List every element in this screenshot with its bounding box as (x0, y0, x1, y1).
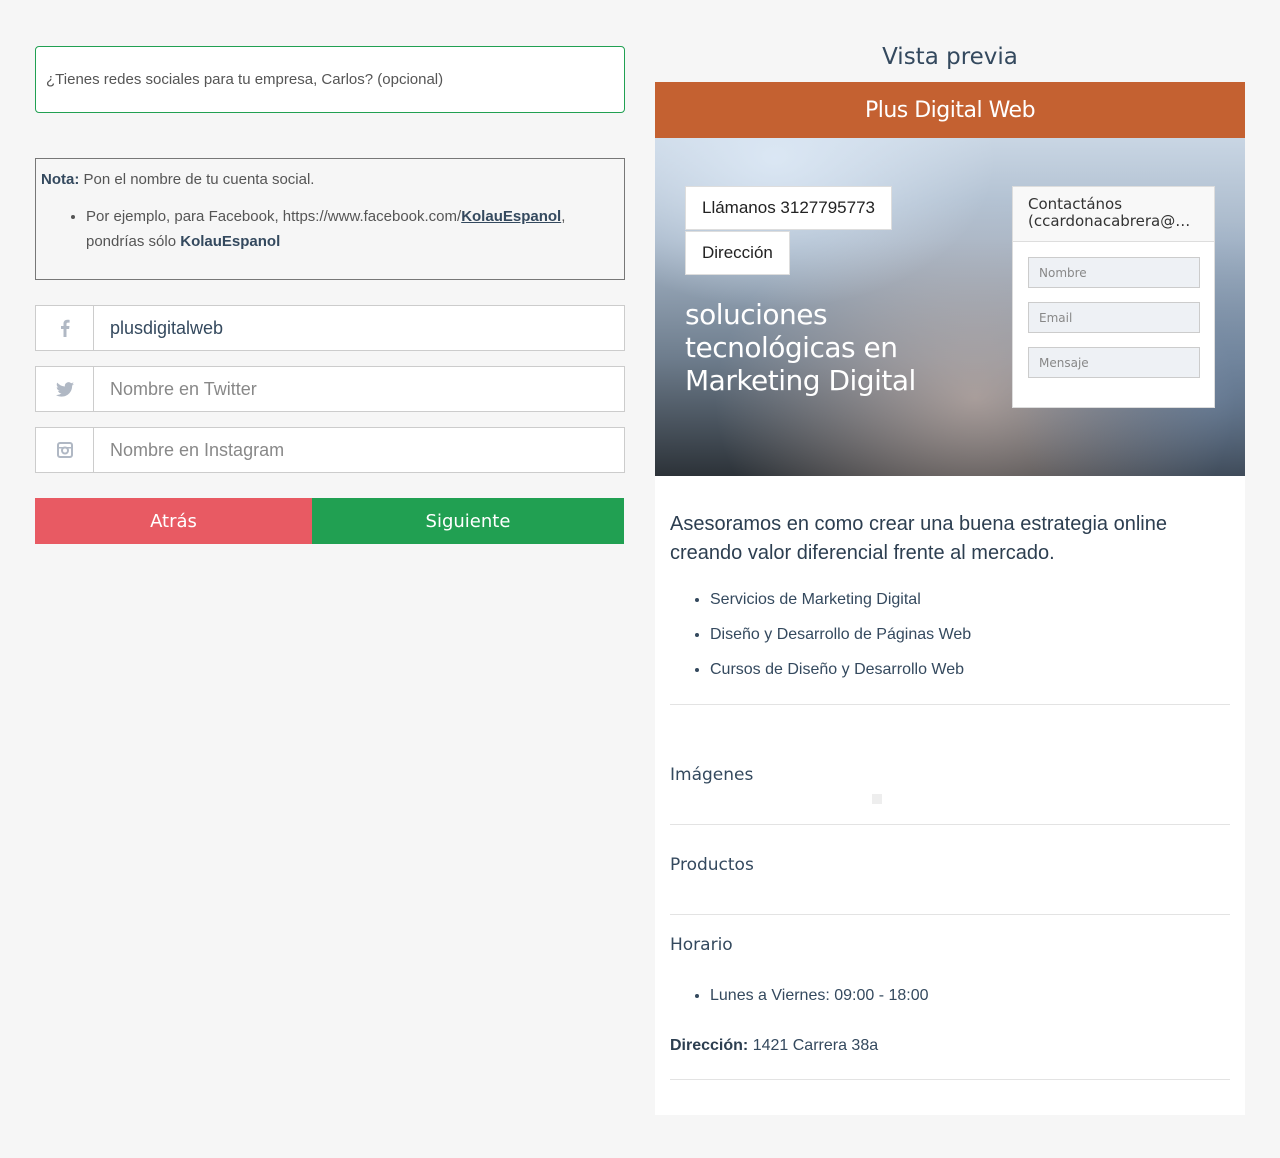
hero-banner: Llámanos 3127795773 Dirección soluciones… (655, 138, 1245, 476)
form-nav-buttons: Atrás Siguiente (35, 498, 624, 544)
products-title: Productos (670, 855, 754, 875)
divider (670, 824, 1230, 825)
images-title: Imágenes (670, 765, 754, 785)
note-example: Por ejemplo, para Facebook, https://www.… (86, 204, 619, 254)
divider (670, 704, 1230, 705)
note-example-comma: , (561, 208, 566, 225)
hours-list: Lunes a Viernes: 09:00 - 18:00 (710, 987, 929, 1005)
note-box: Nota: Pon el nombre de tu cuenta social.… (35, 158, 625, 280)
note-example-prefix: Por ejemplo, para Facebook, https://www.… (86, 208, 462, 225)
address-value: 1421 Carrera 38a (752, 1037, 879, 1054)
hero-slogan: soluciones tecnológicas en Marketing Dig… (685, 298, 916, 397)
twitter-row (35, 366, 625, 412)
services-list: Servicios de Marketing Digital Diseño y … (710, 585, 971, 690)
instagram-icon (35, 427, 93, 473)
address-line: Dirección: 1421 Carrera 38a (670, 1037, 878, 1055)
instagram-input[interactable] (93, 427, 625, 473)
note-example-list: Por ejemplo, para Facebook, https://www.… (41, 204, 619, 254)
phone-chip[interactable]: Llámanos 3127795773 (685, 186, 892, 230)
social-question-box: ¿Tienes redes sociales para tu empresa, … (35, 46, 625, 113)
next-button[interactable]: Siguiente (312, 498, 624, 544)
note-example-bold: KolauEspanol (180, 233, 281, 250)
address-label: Dirección: (670, 1037, 749, 1054)
preview-title: Vista previa (882, 44, 1018, 70)
facebook-input[interactable] (93, 305, 625, 351)
contact-email-input[interactable] (1028, 302, 1200, 333)
facebook-icon (35, 305, 93, 351)
note-example-middle: pondrías sólo (86, 233, 177, 250)
list-item: Lunes a Viernes: 09:00 - 18:00 (710, 987, 929, 1005)
intro-text: Asesoramos en como crear una buena estra… (670, 513, 1167, 564)
list-item: Diseño y Desarrollo de Páginas Web (710, 620, 971, 655)
brand-bar: Plus Digital Web (655, 82, 1245, 138)
back-button[interactable]: Atrás (35, 498, 312, 544)
contact-name-input[interactable] (1028, 257, 1200, 288)
facebook-row (35, 305, 625, 351)
note-text: Pon el nombre de tu cuenta social. (83, 171, 315, 188)
image-placeholder (872, 794, 882, 804)
contact-heading-email: (ccardonacabrera@g... (1028, 213, 1199, 230)
note-line: Nota: Pon el nombre de tu cuenta social. (41, 167, 619, 192)
hours-title: Horario (670, 935, 733, 955)
twitter-input[interactable] (93, 366, 625, 412)
divider (670, 914, 1230, 915)
instagram-row (35, 427, 625, 473)
contact-heading-title: Contactános (1028, 196, 1123, 213)
social-question-text: ¿Tienes redes sociales para tu empresa, … (46, 71, 444, 88)
list-item: Cursos de Diseño y Desarrollo Web (710, 655, 971, 690)
contact-message-input[interactable] (1028, 347, 1200, 378)
address-chip[interactable]: Dirección (685, 231, 790, 275)
contact-form: Contactános (ccardonacabrera@g... (1012, 186, 1215, 408)
list-item: Servicios de Marketing Digital (710, 585, 971, 620)
example-link[interactable]: KolauEspanol (461, 208, 561, 225)
divider (670, 1079, 1230, 1080)
site-preview: Plus Digital Web Llámanos 3127795773 Dir… (655, 82, 1245, 1115)
contact-heading: Contactános (ccardonacabrera@g... (1013, 187, 1214, 242)
twitter-icon (35, 366, 93, 412)
brand-name: Plus Digital Web (864, 97, 1036, 123)
note-label: Nota: (41, 171, 80, 188)
